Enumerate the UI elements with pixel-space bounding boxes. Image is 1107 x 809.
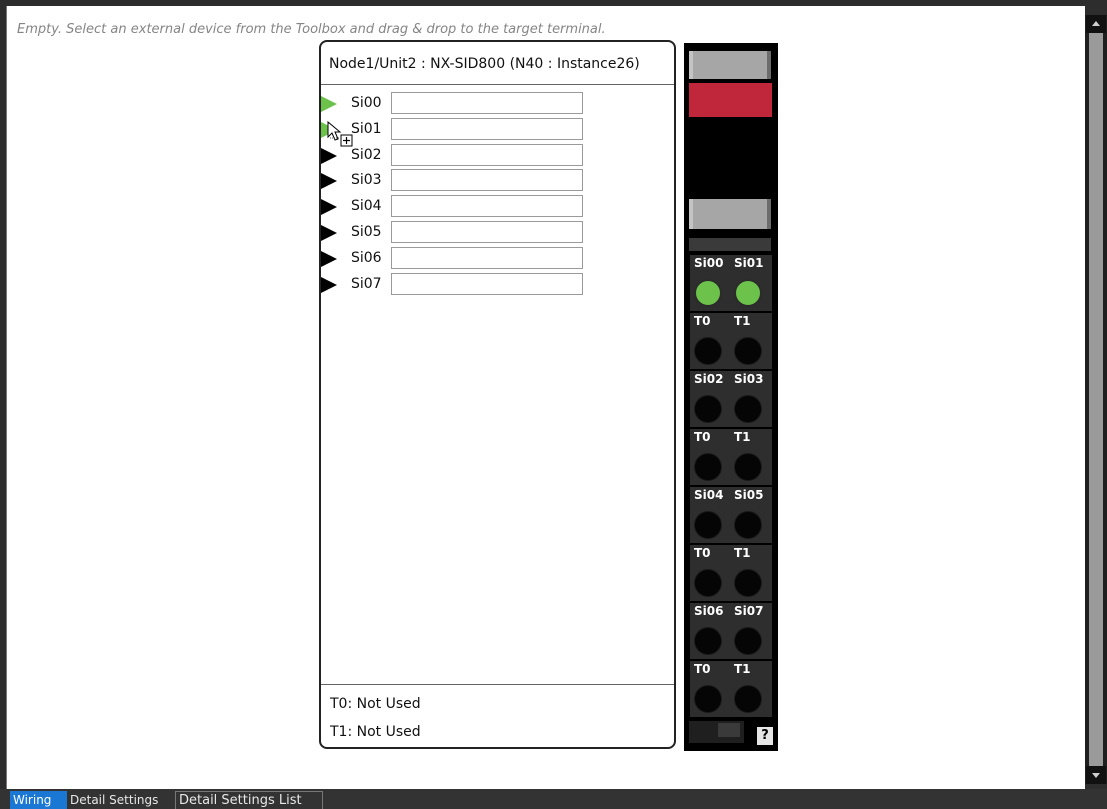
terminal-hole [694,685,722,713]
terminal-row: Si07 [321,272,601,297]
device-image: Si00 Si01 T0 T1 Si02 Si03 T0 T1 Si04 Si05 T0 T1 Si06… [684,43,778,751]
device-terminal-label: Si04 [694,488,724,502]
device-terminal-label: T0 [694,430,711,444]
terminal-hole [734,569,762,597]
empty-hint-text: Empty. Select an external device from th… [17,22,606,37]
terminal-label: Si03 [351,172,382,189]
device-terminal-label: Si00 [694,256,724,270]
terminal-hole [734,685,762,713]
terminal-arrow-icon[interactable] [321,197,337,218]
terminal-hole [734,627,762,655]
device-terminal-label: Si03 [734,372,764,386]
tab-detail-settings[interactable]: Detail Settings [67,791,175,809]
terminal-arrow-icon[interactable] [321,223,337,243]
t0-status: T0: Not Used [330,696,421,712]
terminal-device-field[interactable] [391,272,583,295]
terminal-hole [694,627,722,655]
drag-drop-cursor-icon [327,121,353,147]
device-terminal-label: Si06 [694,604,724,618]
terminal-row: Si00 [321,92,601,116]
terminal-hole [734,511,762,539]
device-terminal-label: Si05 [734,488,764,502]
terminal-arrow-icon[interactable] [321,274,337,295]
terminal-label: Si07 [351,275,382,292]
device-terminal-label: T1 [734,662,751,676]
terminal-row: Si05 [321,221,601,245]
terminal-hole [734,337,762,365]
unit-title: Node1/Unit2 : NX-SID800 (N40 : Instance2… [329,56,640,72]
terminal-arrow-icon[interactable] [321,94,337,114]
scroll-down-button[interactable] [1086,766,1106,784]
device-terminal-label: Si02 [694,372,724,386]
terminal-device-field[interactable] [391,195,583,218]
terminal-device-field[interactable] [391,246,583,269]
t1-status: T1: Not Used [330,724,421,740]
terminal-hole [694,569,722,597]
terminal-row: Si01 [321,117,601,142]
terminal-row: Si03 [321,169,601,193]
terminal-label: Si05 [351,224,382,240]
device-terminal-label: T0 [694,314,711,328]
chevron-down-icon [1092,773,1100,778]
device-terminal-label: T0 [694,662,711,676]
terminal-label: Si06 [351,249,382,266]
scroll-up-button[interactable] [1086,15,1106,33]
terminal-hole [734,453,762,481]
device-terminal-label: T0 [694,546,711,560]
tab-wiring[interactable]: Wiring [10,791,67,809]
terminal-hole [694,395,722,423]
terminal-device-field[interactable] [391,117,583,140]
terminal-hole [694,337,722,365]
terminal-device-field[interactable] [391,92,583,114]
vertical-scrollbar[interactable] [1085,15,1107,784]
device-top-latch [689,51,771,79]
device-terminal-label: Si01 [734,256,764,270]
divider [321,684,674,685]
terminal-label: Si04 [351,198,382,215]
device-terminal-label: Si07 [734,604,764,618]
terminal-arrow-icon[interactable] [321,171,337,192]
tab-detail-settings-list[interactable]: Detail Settings List [175,791,323,809]
terminal-hole [734,395,762,423]
unit-terminal-panel: Node1/Unit2 : NX-SID800 (N40 : Instance2… [319,40,676,749]
terminal-row: Si02 [321,143,601,168]
terminal-label: Si00 [351,95,382,111]
scrollbar-thumb[interactable] [1089,33,1103,766]
divider [321,84,674,85]
terminal-device-field[interactable] [391,169,583,192]
device-connector-strip [689,238,771,251]
device-terminal-label: T1 [734,430,751,444]
terminal-hole [694,453,722,481]
terminal-hole [694,511,722,539]
terminal-device-field[interactable] [391,143,583,166]
help-button[interactable]: ? [757,727,773,745]
device-indicator-panel [689,83,772,117]
terminal-indicator-lit [734,279,762,307]
device-bottom-latch [689,199,771,229]
device-terminal-label: T1 [734,546,751,560]
terminal-indicator-lit [694,279,722,307]
device-terminal-label: T1 [734,314,751,328]
terminal-row: Si04 [321,195,601,219]
wiring-window: Empty. Select an external device from th… [0,0,1107,809]
tab-bar: Wiring Detail Settings Detail Settings L… [0,789,1107,809]
terminal-device-field[interactable] [391,221,583,243]
device-release-tab [718,723,740,737]
terminal-arrow-icon[interactable] [321,248,337,269]
terminal-row: Si06 [321,246,601,271]
chevron-up-icon [1092,21,1100,26]
